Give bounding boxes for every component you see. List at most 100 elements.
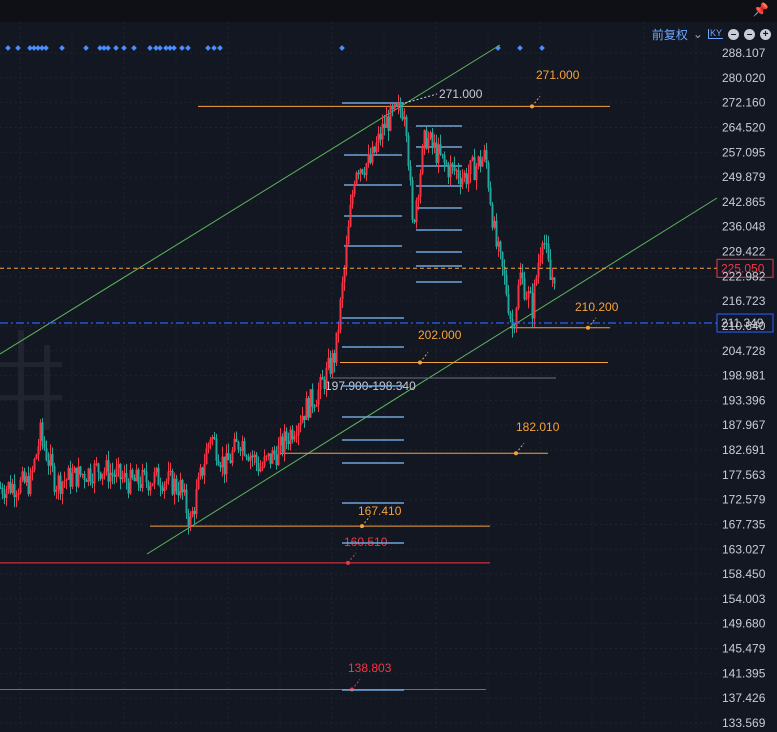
- adjustment-select[interactable]: 前复权: [652, 26, 688, 43]
- candle-body: [549, 259, 552, 280]
- chevron-down-icon[interactable]: ⌄: [693, 27, 703, 41]
- candle-body: [377, 133, 380, 143]
- candle-body: [325, 367, 328, 390]
- candle-body: [391, 105, 394, 110]
- candle-body: [237, 441, 240, 450]
- channel-upper-line: [0, 44, 501, 355]
- candle-body: [311, 389, 314, 407]
- candle-body: [541, 243, 544, 256]
- candle-body: [385, 116, 388, 128]
- candle-body: [535, 277, 538, 284]
- candle-body: [389, 105, 392, 131]
- candle-body: [357, 172, 360, 175]
- candle-body: [47, 460, 50, 466]
- candle-body: [343, 268, 346, 283]
- minus-circle-icon[interactable]: –: [744, 28, 755, 40]
- pin-icon[interactable]: 📌: [753, 2, 769, 18]
- candle-body: [29, 472, 32, 494]
- candle-body: [489, 187, 492, 205]
- candle-body: [149, 485, 152, 491]
- candle-body: [447, 164, 450, 178]
- candle-body: [461, 177, 464, 185]
- candle-body: [7, 482, 10, 489]
- candle-body: [431, 132, 434, 147]
- event-markers: [5, 45, 545, 51]
- y-tick-label: 272.160: [722, 96, 766, 110]
- y-tick-label: 198.981: [722, 369, 766, 383]
- candle-body: [493, 220, 496, 228]
- event-marker-dot: [83, 45, 89, 51]
- y-tick-label: 236.048: [722, 220, 766, 234]
- candle-body: [395, 104, 398, 106]
- candle-body: [337, 329, 340, 333]
- ky-icon[interactable]: KY: [707, 29, 723, 39]
- candle-body: [27, 476, 30, 494]
- candle-body: [519, 272, 522, 285]
- candle-body: [177, 491, 180, 496]
- candle-body: [323, 379, 326, 390]
- candle-body: [265, 456, 268, 458]
- minus-circle-icon[interactable]: –: [728, 28, 739, 40]
- candle-body: [255, 454, 258, 463]
- price-chart[interactable]: 271.000 210.200 202.000 182.010 167.410 160.5…: [0, 0, 777, 732]
- candle-body: [249, 455, 252, 461]
- candle-body: [133, 477, 136, 482]
- candle-body: [253, 454, 256, 458]
- candle-body: [501, 251, 504, 267]
- candle-body: [315, 404, 318, 407]
- candle-body: [197, 477, 200, 489]
- candle-body: [229, 460, 232, 464]
- candle-body: [185, 489, 188, 514]
- plus-circle-icon[interactable]: +: [760, 28, 771, 40]
- chart-toolbar: 前复权 ⌄ KY – – +: [652, 25, 771, 43]
- candle-body: [321, 377, 324, 380]
- candle-body: [471, 157, 474, 161]
- candle-body: [319, 377, 322, 390]
- candle-body: [225, 453, 228, 475]
- candle-body: [171, 470, 174, 495]
- candle-body: [543, 243, 546, 245]
- candle-body: [127, 482, 130, 494]
- candle-body: [157, 467, 160, 486]
- candle-body: [473, 157, 476, 181]
- top-bar: 📌: [0, 0, 777, 22]
- candle-body: [317, 389, 320, 405]
- candle-body: [279, 436, 282, 446]
- y-tick-label: 229.422: [722, 245, 766, 259]
- candle-body: [83, 473, 86, 481]
- candle-body: [309, 389, 312, 418]
- level-label: 138.803: [348, 661, 392, 675]
- candle-body: [421, 146, 424, 174]
- candle-body: [93, 463, 96, 484]
- candle-body: [397, 103, 400, 106]
- candle-body: [75, 467, 78, 487]
- candle-body: [105, 460, 108, 472]
- candle-body: [383, 123, 386, 128]
- candle-body: [187, 513, 190, 526]
- event-marker-dot: [217, 45, 223, 51]
- candle-body: [193, 510, 196, 515]
- candle-body: [479, 156, 482, 167]
- event-marker-dot: [205, 45, 211, 51]
- candle-body: [195, 488, 198, 515]
- candle-body: [203, 464, 206, 476]
- candle-body: [303, 415, 306, 420]
- event-marker-dot: [5, 45, 11, 51]
- candle-body: [499, 241, 502, 252]
- candle-body: [173, 478, 176, 495]
- candle-body: [231, 450, 234, 464]
- candle-body: [115, 468, 118, 477]
- event-marker-dot: [15, 45, 21, 51]
- candle-body: [113, 474, 116, 477]
- candle-body: [0, 487, 2, 489]
- candle-body: [539, 255, 542, 263]
- candle-body: [205, 448, 208, 465]
- candle-body: [367, 154, 370, 164]
- candle-body: [59, 475, 62, 494]
- watermark-logo: [0, 330, 62, 430]
- level-label: 167.410: [358, 504, 402, 518]
- candle-body: [227, 453, 230, 461]
- candle-body: [269, 453, 272, 464]
- candle-body: [263, 456, 266, 466]
- candle-body: [175, 478, 178, 492]
